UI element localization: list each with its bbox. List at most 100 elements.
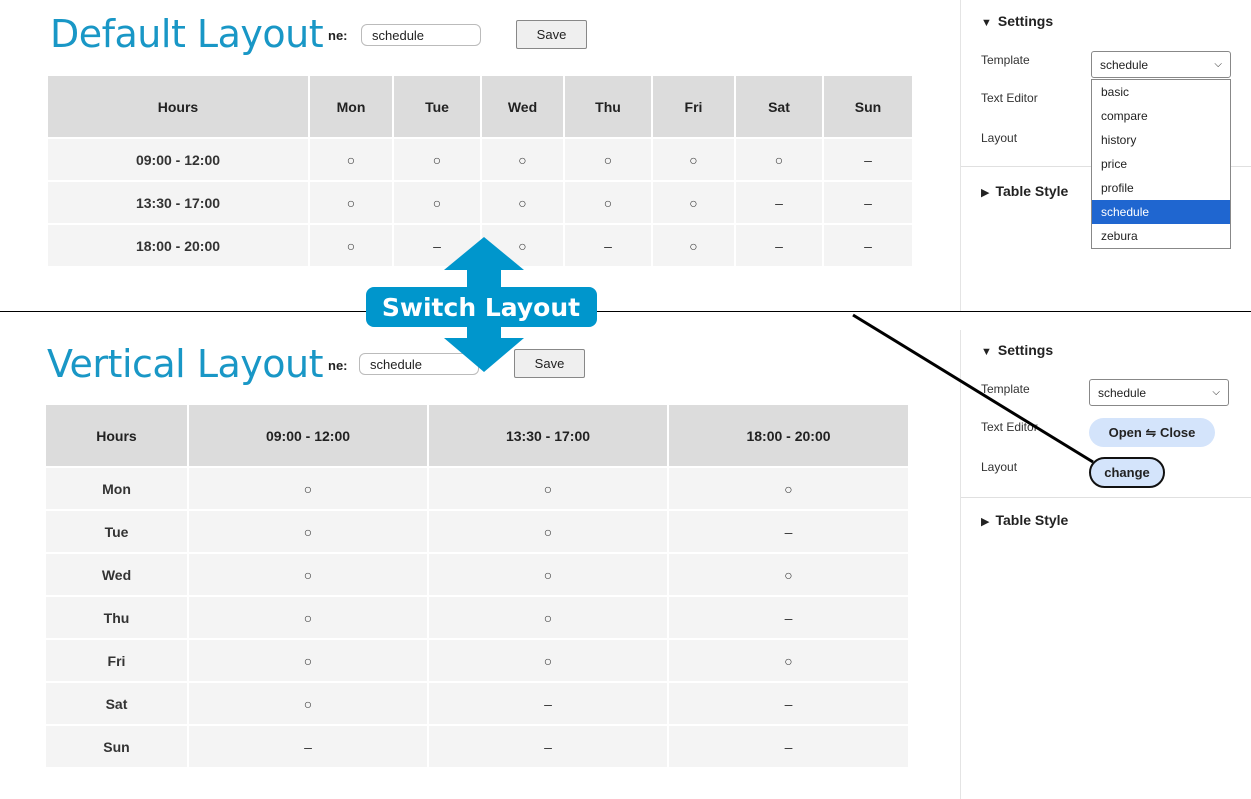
template-label: Template [981, 382, 1030, 396]
template-option[interactable]: compare [1092, 104, 1230, 128]
availability-cell: ○ [394, 139, 480, 180]
settings-heading: Settings [997, 342, 1054, 358]
name-label: ne: [328, 28, 348, 43]
template-option[interactable]: schedule [1092, 200, 1230, 224]
settings-sidebar-bottom: ▼ Settings Template schedule ⌵ Text Edito… [960, 330, 1251, 799]
default-header-cell: Sun [824, 76, 912, 137]
vertical-header-cell: 18:00 - 20:00 [669, 405, 908, 466]
template-select[interactable]: schedule ⌵ [1091, 51, 1231, 78]
availability-cell: ○ [429, 640, 667, 681]
chevron-down-icon: ⌵ [1212, 387, 1220, 398]
template-select-value: schedule [1098, 385, 1147, 400]
template-option[interactable]: history [1092, 128, 1230, 152]
default-header-cell: Wed [482, 76, 563, 137]
availability-cell: ○ [565, 139, 651, 180]
table-style-heading: Table Style [995, 512, 1069, 528]
settings-sidebar-top: ▼ Settings Template schedule ⌵ Text Edito… [960, 0, 1251, 311]
table-row: Wed ○ ○ ○ [46, 554, 908, 595]
settings-heading: Settings [997, 13, 1054, 29]
vertical-header-cell: Hours [46, 405, 187, 466]
table-style-heading: Table Style [995, 183, 1069, 199]
table-row: Sun – – – [46, 726, 908, 767]
screenshot-divider [0, 311, 1251, 312]
template-select[interactable]: schedule ⌵ [1089, 379, 1229, 406]
availability-cell: ○ [189, 511, 427, 552]
template-dropdown-list: basic compare history price profile schedule z… [1091, 79, 1231, 249]
table-row: Fri ○ ○ ○ [46, 640, 908, 681]
layout-label: Layout [981, 131, 1018, 145]
text-editor-label: Text Editor [981, 420, 1038, 434]
availability-cell: ○ [310, 139, 392, 180]
row-header-cell: 18:00 - 20:00 [48, 225, 308, 266]
template-select-value: schedule [1100, 57, 1149, 72]
row-header-cell: 09:00 - 12:00 [48, 139, 308, 180]
availability-cell: ○ [189, 468, 427, 509]
layout-label: Layout [981, 460, 1018, 474]
availability-cell: ○ [310, 182, 392, 223]
default-header-cell: Sat [736, 76, 822, 137]
triangle-right-icon: ▶ [981, 187, 990, 199]
availability-cell: – [736, 182, 822, 223]
table-style-section-toggle[interactable]: ▶ Table Style [981, 183, 1068, 199]
template-option[interactable]: basic [1092, 80, 1230, 104]
triangle-right-icon: ▶ [981, 516, 990, 528]
availability-cell: ○ [653, 182, 734, 223]
name-input[interactable] [361, 24, 481, 46]
triangle-down-icon: ▼ [981, 17, 992, 29]
availability-cell: – [669, 597, 908, 638]
availability-cell: ○ [429, 468, 667, 509]
row-header-cell: Wed [46, 554, 187, 595]
availability-cell: – [824, 225, 912, 266]
availability-cell: – [824, 182, 912, 223]
availability-cell: ○ [429, 597, 667, 638]
availability-cell: – [429, 683, 667, 724]
availability-cell: ○ [429, 554, 667, 595]
availability-cell: ○ [482, 182, 563, 223]
availability-cell: ○ [189, 554, 427, 595]
availability-cell: – [824, 139, 912, 180]
text-editor-toggle-button[interactable]: Open ⇋ Close [1089, 418, 1215, 447]
template-option[interactable]: price [1092, 152, 1230, 176]
chevron-down-icon: ⌵ [1214, 59, 1222, 70]
availability-cell: ○ [429, 511, 667, 552]
availability-cell: ○ [669, 468, 908, 509]
availability-cell: ○ [669, 640, 908, 681]
row-header-cell: Thu [46, 597, 187, 638]
row-header-cell: Mon [46, 468, 187, 509]
availability-cell: – [429, 726, 667, 767]
table-style-section-toggle[interactable]: ▶ Table Style [981, 512, 1068, 528]
settings-section-toggle[interactable]: ▼ Settings [981, 13, 1053, 29]
availability-cell: ○ [565, 182, 651, 223]
template-option[interactable]: zebura [1092, 224, 1230, 248]
default-header-cell: Fri [653, 76, 734, 137]
row-header-cell: 13:30 - 17:00 [48, 182, 308, 223]
row-header-cell: Fri [46, 640, 187, 681]
vertical-schedule-table: Hours 09:00 - 12:00 13:30 - 17:00 18:00 - 2… [44, 403, 910, 769]
template-option[interactable]: profile [1092, 176, 1230, 200]
availability-cell: – [669, 683, 908, 724]
default-header-cell: Mon [310, 76, 392, 137]
row-header-cell: Sun [46, 726, 187, 767]
vertical-header-cell: 13:30 - 17:00 [429, 405, 667, 466]
availability-cell: ○ [394, 182, 480, 223]
save-button[interactable]: Save [516, 20, 587, 49]
section-divider [961, 497, 1251, 498]
availability-cell: ○ [653, 139, 734, 180]
name-label: ne: [328, 358, 348, 373]
settings-section-toggle[interactable]: ▼ Settings [981, 342, 1053, 358]
availability-cell: – [189, 726, 427, 767]
default-header-cell: Thu [565, 76, 651, 137]
default-header-cell: Tue [394, 76, 480, 137]
availability-cell: ○ [189, 597, 427, 638]
availability-cell: ○ [482, 139, 563, 180]
template-label: Template [981, 53, 1030, 67]
layout-change-button[interactable]: change [1089, 457, 1165, 488]
table-row: Tue ○ ○ – [46, 511, 908, 552]
availability-cell: ○ [736, 139, 822, 180]
table-row: Sat ○ – – [46, 683, 908, 724]
availability-cell: ○ [189, 640, 427, 681]
vertical-header-cell: 09:00 - 12:00 [189, 405, 427, 466]
availability-cell: – [669, 726, 908, 767]
availability-cell: – [736, 225, 822, 266]
vertical-layout-title: Vertical Layout [47, 342, 324, 386]
